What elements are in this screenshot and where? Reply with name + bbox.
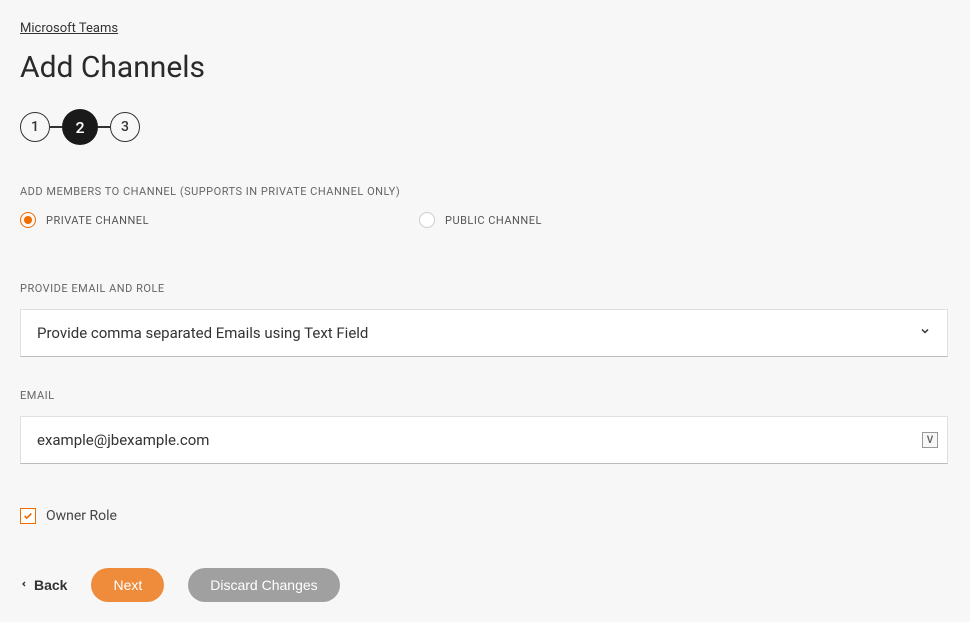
step-connector [98, 126, 110, 128]
next-button[interactable]: Next [91, 568, 164, 602]
step-1[interactable]: 1 [20, 112, 50, 142]
select-value: Provide comma separated Emails using Tex… [37, 324, 368, 342]
radio-label: PRIVATE CHANNEL [46, 214, 149, 227]
radio-icon [419, 212, 435, 228]
email-role-label: PROVIDE EMAIL AND ROLE [20, 282, 950, 295]
page-title: Add Channels [20, 50, 950, 85]
radio-label: PUBLIC CHANNEL [445, 214, 542, 227]
radio-public-channel[interactable]: PUBLIC CHANNEL [419, 212, 542, 228]
channel-type-radiogroup: PRIVATE CHANNEL PUBLIC CHANNEL [20, 212, 950, 228]
step-3[interactable]: 3 [110, 112, 140, 142]
members-section-label: ADD MEMBERS TO CHANNEL (SUPPORTS IN PRIV… [20, 185, 950, 198]
checkbox-icon [20, 508, 36, 524]
input-badge-icon: V [922, 432, 938, 448]
stepper: 1 2 3 [20, 109, 950, 145]
discard-button[interactable]: Discard Changes [188, 568, 339, 602]
breadcrumb-link[interactable]: Microsoft Teams [20, 21, 118, 36]
email-role-select[interactable]: Provide comma separated Emails using Tex… [20, 309, 948, 357]
step-2[interactable]: 2 [62, 109, 98, 145]
back-label: Back [34, 577, 67, 593]
chevron-down-icon [919, 325, 931, 341]
radio-private-channel[interactable]: PRIVATE CHANNEL [20, 212, 149, 228]
back-button[interactable]: Back [20, 577, 67, 593]
radio-icon [20, 212, 36, 228]
email-input[interactable] [20, 416, 948, 464]
chevron-left-icon [20, 578, 28, 592]
button-row: Back Next Discard Changes [20, 568, 950, 602]
email-label: EMAIL [20, 389, 950, 402]
checkbox-label: Owner Role [46, 508, 117, 524]
owner-role-checkbox[interactable]: Owner Role [20, 508, 950, 524]
step-connector [50, 126, 62, 128]
